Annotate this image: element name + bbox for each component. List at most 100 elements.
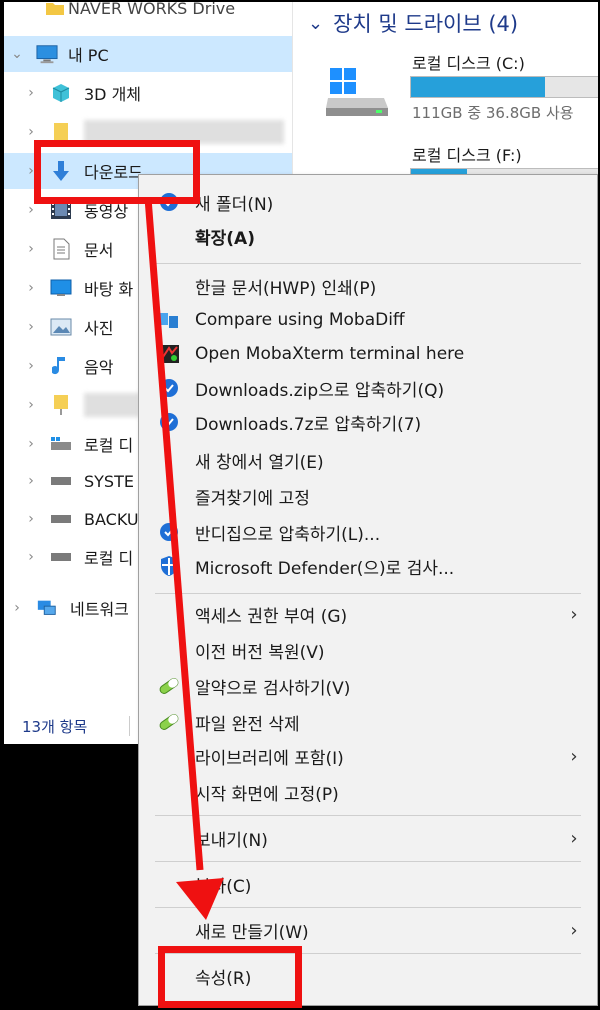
blue-circle-icon: [157, 520, 181, 544]
menu-item-label: 이전 버전 복원(V): [195, 642, 325, 663]
menu-item-label: 액세스 권한 부여 (G): [195, 606, 348, 627]
nav-item-label: 3D 개체: [84, 85, 142, 104]
menu-item-alyac-scan[interactable]: 알약으로 검사하기(V): [139, 669, 597, 703]
menu-item-pin-start[interactable]: 시작 화면에 고정(P): [139, 775, 597, 809]
chevron-right-icon[interactable]: ›: [24, 549, 38, 565]
redacted-label: [84, 393, 140, 417]
drive-name: 로컬 디스크 (C:): [412, 54, 525, 73]
nav-item-label: 사진: [84, 319, 114, 338]
menu-item-label: 복사(C): [195, 876, 252, 897]
network-icon: [36, 597, 58, 619]
status-divider: [129, 716, 130, 736]
drive-space-info: 111GB 중 36.8GB 사용: [412, 104, 574, 122]
menu-item-secure-delete[interactable]: 파일 완전 삭제: [139, 705, 597, 739]
menu-item-send-to[interactable]: 보내기(N) ›: [139, 821, 597, 855]
menu-item-new[interactable]: 새로 만들기(W) ›: [139, 913, 597, 947]
film-icon: [50, 199, 72, 221]
menu-item-hwp-print[interactable]: 한글 문서(HWP) 인쇄(P): [139, 269, 597, 303]
nav-item-this-pc[interactable]: ⌄ 내 PC: [4, 36, 292, 72]
blue-circle-icon: [157, 410, 181, 434]
nav-item-label: BACKU: [84, 509, 139, 529]
menu-item-label: 새 창에서 열기(E): [195, 452, 324, 473]
menu-item-zip[interactable]: Downloads.zip으로 압축하기(Q): [139, 371, 597, 405]
drive-icon: [50, 470, 72, 492]
nav-item-label: 음악: [84, 358, 114, 377]
section-header-devices[interactable]: ⌄ 장치 및 드라이브 (4): [308, 8, 518, 38]
chevron-down-icon[interactable]: ⌄: [10, 46, 24, 62]
menu-item-label: 새 폴더(N): [195, 194, 274, 215]
chevron-right-icon[interactable]: ›: [24, 280, 38, 296]
drive-icon: [50, 433, 72, 455]
menu-item-7z[interactable]: Downloads.7z로 압축하기(7): [139, 405, 597, 439]
chevron-down-icon[interactable]: ⌄: [308, 13, 323, 34]
nav-item-label: 문서: [84, 241, 114, 260]
chevron-right-icon[interactable]: ›: [24, 473, 38, 489]
menu-separator: [155, 953, 581, 954]
nav-item-3d-objects[interactable]: › 3D 개체: [4, 75, 292, 111]
menu-item-label: Open MobaXterm terminal here: [195, 344, 465, 364]
chevron-right-icon[interactable]: ›: [24, 358, 38, 374]
drive-usage-fill: [411, 77, 545, 97]
menu-item-label: 즐겨찾기에 고정: [195, 488, 310, 509]
menu-item-mobadiff[interactable]: Compare using MobaDiff: [139, 303, 597, 337]
menu-item-label: 한글 문서(HWP) 인쇄(P): [195, 278, 377, 299]
chevron-right-icon: ›: [570, 745, 578, 767]
nav-item-naver-works[interactable]: NAVER WORKS Drive: [4, 2, 292, 26]
menu-item-defender-scan[interactable]: Microsoft Defender(으)로 검사...: [139, 549, 597, 583]
menu-item-include-library[interactable]: 라이브러리에 포함(I) ›: [139, 739, 597, 773]
menu-item-label: 새로 만들기(W): [195, 922, 309, 943]
music-note-icon: [50, 355, 72, 377]
computer-icon: [36, 43, 58, 65]
menu-item-give-access[interactable]: 액세스 권한 부여 (G) ›: [139, 597, 597, 631]
document-icon: [50, 238, 72, 260]
chevron-right-icon: ›: [570, 603, 578, 625]
menu-item-pin-quick-access[interactable]: 즐겨찾기에 고정: [139, 479, 597, 513]
nav-item-label: SYSTE: [84, 471, 134, 491]
chevron-right-icon[interactable]: ›: [24, 397, 38, 413]
menu-item-label: 시작 화면에 고정(P): [195, 784, 339, 805]
desktop-icon: [50, 277, 72, 299]
chevron-right-icon[interactable]: ›: [24, 511, 38, 527]
menu-item-mobaxterm[interactable]: Open MobaXterm terminal here: [139, 337, 597, 371]
cube-3d-icon: [50, 82, 72, 104]
blue-circle-icon: [157, 376, 181, 400]
menu-separator: [155, 815, 581, 816]
menu-item-new-folder[interactable]: 새 폴더(N): [139, 185, 597, 219]
chevron-right-icon[interactable]: ›: [24, 85, 38, 101]
redacted-label: [84, 120, 284, 144]
chevron-right-icon[interactable]: ›: [24, 436, 38, 452]
menu-item-restore-versions[interactable]: 이전 버전 복원(V): [139, 633, 597, 667]
chevron-right-icon[interactable]: ›: [24, 202, 38, 218]
menu-separator: [155, 263, 581, 264]
context-menu: 새 폴더(N) 확장(A) 한글 문서(HWP) 인쇄(P) Compare u…: [138, 174, 598, 1006]
chevron-right-icon[interactable]: ›: [24, 241, 38, 257]
chevron-right-icon[interactable]: ›: [10, 600, 24, 616]
nav-item-label: 다운로드: [84, 163, 143, 182]
nav-item-label: 로컬 디: [84, 549, 134, 568]
chevron-right-icon: ›: [570, 919, 578, 941]
drive-usage-bar: [410, 76, 598, 98]
menu-item-label: 파일 완전 삭제: [195, 714, 300, 735]
menu-item-copy[interactable]: 복사(C): [139, 867, 597, 901]
defender-shield-icon: [157, 554, 181, 578]
menu-item-label: Compare using MobaDiff: [195, 310, 405, 330]
menu-item-open-new-window[interactable]: 새 창에서 열기(E): [139, 443, 597, 477]
menu-item-label: Downloads.7z로 압축하기(7): [195, 414, 422, 435]
menu-item-label: 반디집으로 압축하기(L)...: [195, 524, 381, 545]
menu-item-properties[interactable]: 속성(R): [139, 959, 597, 993]
chevron-right-icon: ›: [570, 827, 578, 849]
chevron-right-icon[interactable]: ›: [24, 163, 38, 179]
menu-item-label: 알약으로 검사하기(V): [195, 678, 351, 699]
menu-item-label: 보내기(N): [195, 830, 268, 851]
chevron-right-icon[interactable]: ›: [24, 319, 38, 335]
chevron-right-icon[interactable]: ›: [24, 124, 38, 140]
menu-separator: [155, 861, 581, 862]
download-arrow-icon: [50, 160, 72, 182]
menu-item-expand[interactable]: 확장(A): [139, 219, 597, 253]
menu-separator: [155, 907, 581, 908]
menu-item-label: Microsoft Defender(으)로 검사...: [195, 558, 455, 579]
menu-item-label: 확장(A): [195, 228, 255, 249]
nav-item-blurred-folder[interactable]: ›: [4, 114, 292, 150]
nav-item-label: 로컬 디: [84, 436, 134, 455]
menu-item-bandizip[interactable]: 반디집으로 압축하기(L)...: [139, 515, 597, 549]
